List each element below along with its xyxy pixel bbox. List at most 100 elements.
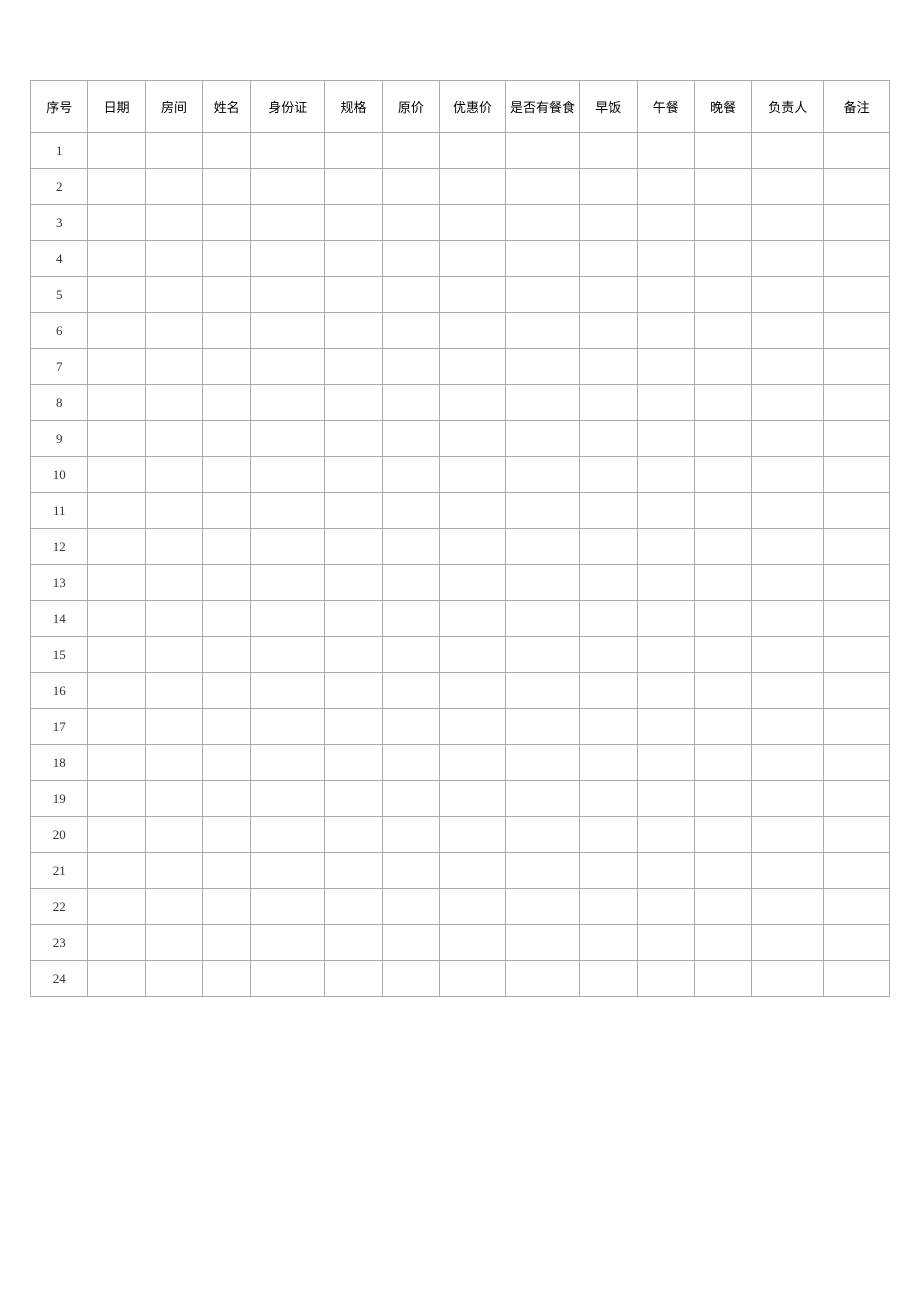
cell-discount (440, 817, 506, 853)
cell-id (251, 457, 325, 493)
cell-price (382, 241, 439, 277)
cell-dinner (694, 781, 751, 817)
cell-id (251, 565, 325, 601)
cell-price (382, 709, 439, 745)
cell-meal (505, 205, 579, 241)
cell-discount (440, 637, 506, 673)
cell-spec (325, 169, 382, 205)
cell-seq: 16 (31, 673, 88, 709)
cell-spec (325, 601, 382, 637)
cell-price (382, 133, 439, 169)
cell-seq: 12 (31, 529, 88, 565)
cell-meal (505, 817, 579, 853)
cell-breakfast (580, 745, 637, 781)
cell-meal (505, 673, 579, 709)
cell-breakfast (580, 889, 637, 925)
cell-spec (325, 673, 382, 709)
cell-discount (440, 205, 506, 241)
cell-seq: 10 (31, 457, 88, 493)
cell-discount (440, 385, 506, 421)
cell-note (824, 493, 890, 529)
cell-date (88, 385, 145, 421)
cell-spec (325, 817, 382, 853)
cell-breakfast (580, 601, 637, 637)
cell-spec (325, 457, 382, 493)
cell-breakfast (580, 385, 637, 421)
cell-dinner (694, 529, 751, 565)
col-header-spec: 规格 (325, 81, 382, 133)
cell-room (145, 421, 202, 457)
table-row: 12 (31, 529, 890, 565)
cell-id (251, 601, 325, 637)
table-row: 18 (31, 745, 890, 781)
col-header-room: 房间 (145, 81, 202, 133)
cell-room (145, 745, 202, 781)
cell-discount (440, 529, 506, 565)
cell-discount (440, 781, 506, 817)
cell-id (251, 637, 325, 673)
cell-spec (325, 385, 382, 421)
cell-seq: 17 (31, 709, 88, 745)
cell-name (203, 169, 251, 205)
cell-discount (440, 889, 506, 925)
cell-id (251, 853, 325, 889)
cell-breakfast (580, 709, 637, 745)
cell-name (203, 673, 251, 709)
cell-lunch (637, 133, 694, 169)
cell-name (203, 313, 251, 349)
cell-manager (752, 817, 824, 853)
cell-meal (505, 709, 579, 745)
cell-room (145, 241, 202, 277)
cell-dinner (694, 853, 751, 889)
cell-name (203, 817, 251, 853)
cell-discount (440, 745, 506, 781)
cell-meal (505, 889, 579, 925)
cell-dinner (694, 709, 751, 745)
cell-id (251, 133, 325, 169)
cell-price (382, 961, 439, 997)
cell-lunch (637, 925, 694, 961)
cell-price (382, 421, 439, 457)
cell-breakfast (580, 421, 637, 457)
cell-seq: 24 (31, 961, 88, 997)
cell-discount (440, 133, 506, 169)
cell-price (382, 277, 439, 313)
cell-lunch (637, 601, 694, 637)
cell-discount (440, 565, 506, 601)
cell-manager (752, 457, 824, 493)
cell-name (203, 457, 251, 493)
cell-spec (325, 133, 382, 169)
cell-manager (752, 601, 824, 637)
cell-date (88, 421, 145, 457)
cell-id (251, 961, 325, 997)
cell-discount (440, 349, 506, 385)
cell-date (88, 637, 145, 673)
cell-id (251, 889, 325, 925)
cell-meal (505, 133, 579, 169)
cell-date (88, 169, 145, 205)
cell-note (824, 349, 890, 385)
cell-seq: 13 (31, 565, 88, 601)
cell-note (824, 133, 890, 169)
cell-date (88, 457, 145, 493)
cell-date (88, 745, 145, 781)
cell-manager (752, 349, 824, 385)
cell-note (824, 421, 890, 457)
cell-spec (325, 745, 382, 781)
cell-discount (440, 457, 506, 493)
cell-manager (752, 925, 824, 961)
cell-name (203, 925, 251, 961)
cell-date (88, 817, 145, 853)
cell-room (145, 673, 202, 709)
cell-lunch (637, 709, 694, 745)
cell-seq: 11 (31, 493, 88, 529)
cell-meal (505, 241, 579, 277)
cell-room (145, 529, 202, 565)
cell-breakfast (580, 457, 637, 493)
cell-name (203, 709, 251, 745)
cell-manager (752, 241, 824, 277)
table-header-row: 序号日期房间姓名身份证规格原价优惠价是否有餐食早饭午餐晚餐负责人备注 (31, 81, 890, 133)
cell-id (251, 421, 325, 457)
cell-id (251, 277, 325, 313)
cell-breakfast (580, 637, 637, 673)
